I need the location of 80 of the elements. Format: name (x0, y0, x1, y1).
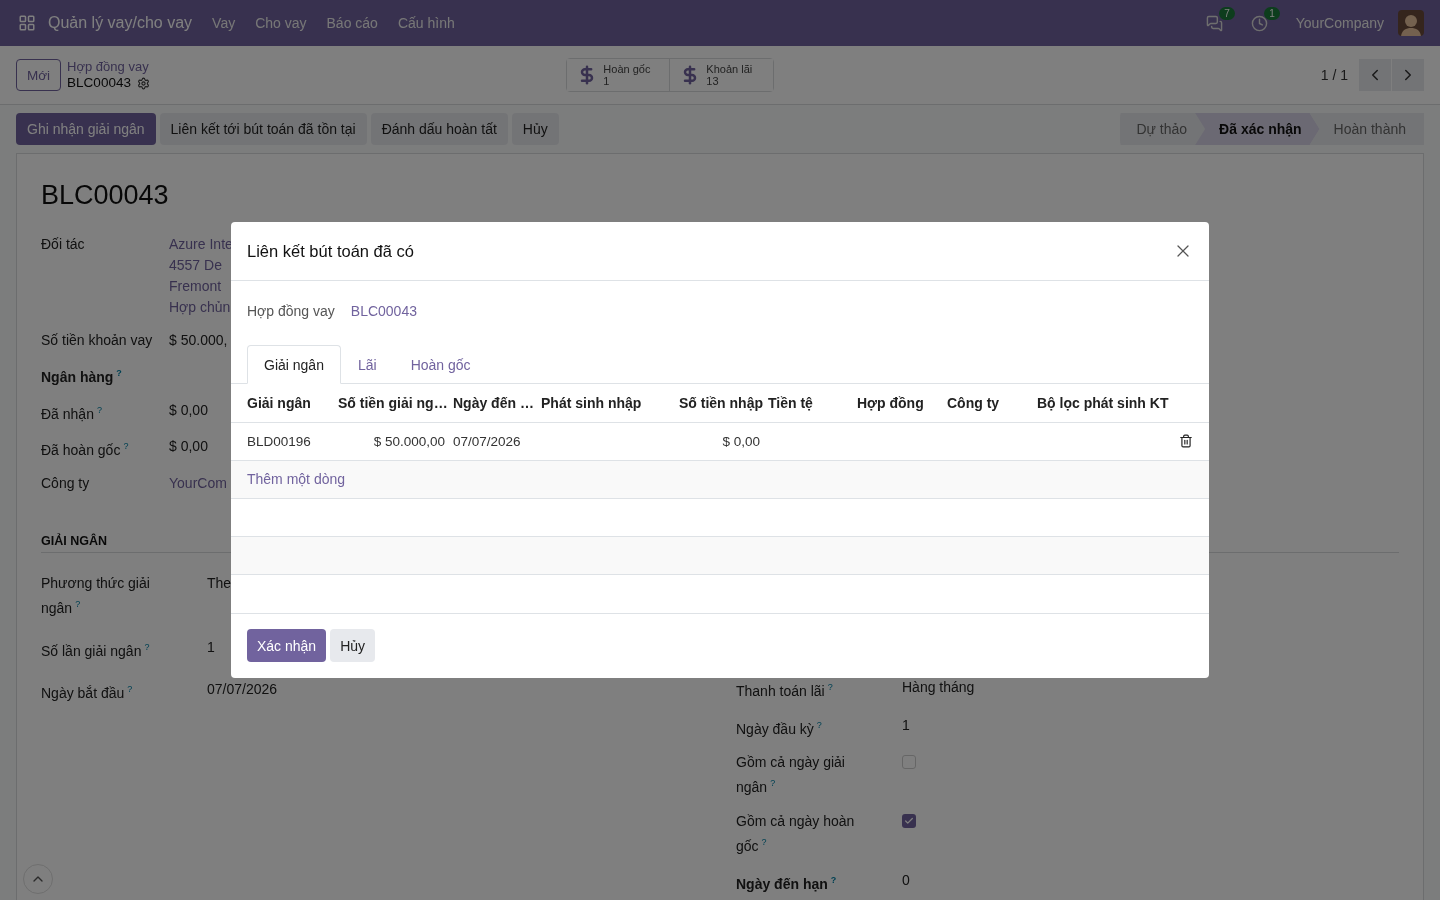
field-label: Đối tác (41, 235, 85, 254)
avatar[interactable] (1398, 10, 1424, 36)
clock-icon[interactable] (1250, 14, 1268, 32)
column-header[interactable]: Bộ lọc phát sinh KT (1033, 394, 1173, 411)
field-value: Hàng tháng (902, 678, 975, 695)
action-button[interactable]: Ghi nhận giải ngân (16, 113, 156, 145)
menu-item[interactable]: Cấu hình (397, 15, 455, 31)
settings-icon[interactable] (136, 76, 150, 90)
record-name: BLC00043 (67, 75, 131, 91)
count-badge: 1 (1264, 6, 1280, 20)
field-label: Gồm cả ngày hoàn gốc $^{?}$ (736, 811, 856, 856)
field-value: 0 (902, 871, 910, 888)
field-label: Đã hoàn gốc $^{?}$ (41, 440, 129, 460)
field-label: Số tiền khoản vay (41, 331, 153, 350)
next-button[interactable] (1392, 59, 1424, 91)
count-badge: 7 (1219, 6, 1235, 20)
field-label: Ngày đầu kỳ $^{?}$ (736, 718, 822, 739)
dialog-button[interactable]: Hủy (330, 629, 376, 662)
field-value: 1 (902, 716, 910, 733)
column-header[interactable]: Số tiền giải ng… (334, 394, 449, 411)
column-header[interactable]: Hợp đồng (853, 394, 943, 411)
column-header[interactable]: Ngày đến … (449, 394, 537, 411)
smart-button[interactable]: Hoàn gốc 1 (567, 59, 671, 91)
column-header[interactable]: Tiền tệ (764, 394, 853, 411)
field-link[interactable]: BLC00043 (350, 300, 417, 322)
field-label: Hợp đồng vay (247, 301, 335, 321)
add-line-link[interactable]: Thêm một dòng (247, 471, 346, 487)
field-link[interactable]: YourCom (169, 472, 227, 494)
menu-item[interactable]: Cho vay (255, 15, 307, 31)
company-name[interactable]: YourCompany (1295, 15, 1384, 31)
field-link[interactable]: Hợp chủn (169, 297, 231, 318)
checkbox[interactable] (902, 813, 916, 828)
chat-icon[interactable] (1205, 14, 1223, 32)
record-title: BLC00043 (41, 180, 170, 211)
table-cell: 07/07/2026 (449, 422, 537, 460)
previous-button[interactable] (1359, 59, 1391, 91)
app-title[interactable]: Quản lý vay/cho vay (48, 14, 193, 32)
field-label: Phương thức giải ngân $^{?}$ (41, 573, 151, 618)
table-cell: $ 0,00 (675, 422, 764, 460)
action-button[interactable]: Hủy (511, 113, 559, 145)
field-link[interactable]: Fremont (169, 276, 222, 297)
field-value: 07/07/2026 (207, 681, 278, 698)
field-label: Ngày đến hạn $^{?}$ (736, 873, 837, 894)
column-header[interactable]: Công ty (943, 394, 1033, 411)
field-label: Đã nhận $^{?}$ (41, 403, 102, 424)
dialog-title: Liên kết bút toán đã có (247, 241, 414, 261)
tab[interactable]: Giải ngân (247, 345, 341, 384)
column-header[interactable]: Số tiền nhập (675, 394, 764, 411)
check-icon (904, 815, 914, 826)
field-value: $ 50.000, (169, 331, 228, 350)
tab[interactable]: Hoàn gốc (393, 345, 488, 384)
tab[interactable]: Lãi (340, 345, 394, 384)
breadcrumb-link[interactable]: Hợp đồng vay (67, 59, 150, 75)
pager-counter: 1 / 1 (1320, 67, 1348, 83)
status-stage[interactable]: Đã xác nhận (1195, 113, 1320, 145)
apps-menu-icon[interactable] (18, 14, 36, 32)
field-label: Số lần giải ngân $^{?}$ (41, 640, 150, 661)
checkbox[interactable] (902, 755, 916, 770)
field-label: Gồm cả ngày giải ngân $^{?}$ (736, 753, 846, 797)
delete-icon[interactable] (1179, 434, 1193, 448)
new-button[interactable]: Mới (16, 59, 62, 91)
action-button[interactable]: Liên kết tới bút toán đã tồn tại (159, 113, 367, 145)
field-label: Thanh toán lãi $^{?}$ (736, 680, 833, 701)
field-label: Ngân hàng $^{?}$ (41, 367, 122, 387)
menu-item[interactable]: Báo cáo (326, 15, 378, 31)
table-cell: $ 50.000,00 (334, 422, 449, 460)
field-label: Công ty (41, 473, 90, 493)
column-header[interactable]: Phát sinh nhập (537, 394, 675, 411)
dialog-button[interactable]: Xác nhận (247, 629, 327, 662)
scroll-up-button[interactable] (23, 864, 53, 894)
field-value: 1 (207, 638, 215, 655)
field-value: The (207, 574, 232, 591)
field-label: Ngày bắt đầu $^{?}$ (41, 683, 133, 703)
field-value: $ 0,00 (169, 437, 208, 457)
field-link[interactable]: 4557 De (169, 255, 222, 276)
column-header[interactable]: Giải ngân (243, 394, 334, 411)
action-button[interactable]: Đánh dấu hoàn tất (370, 113, 508, 145)
menu-item[interactable]: Vay (212, 15, 236, 31)
table-cell: BLD00196 (243, 422, 334, 460)
field-value: $ 0,00 (169, 400, 208, 420)
